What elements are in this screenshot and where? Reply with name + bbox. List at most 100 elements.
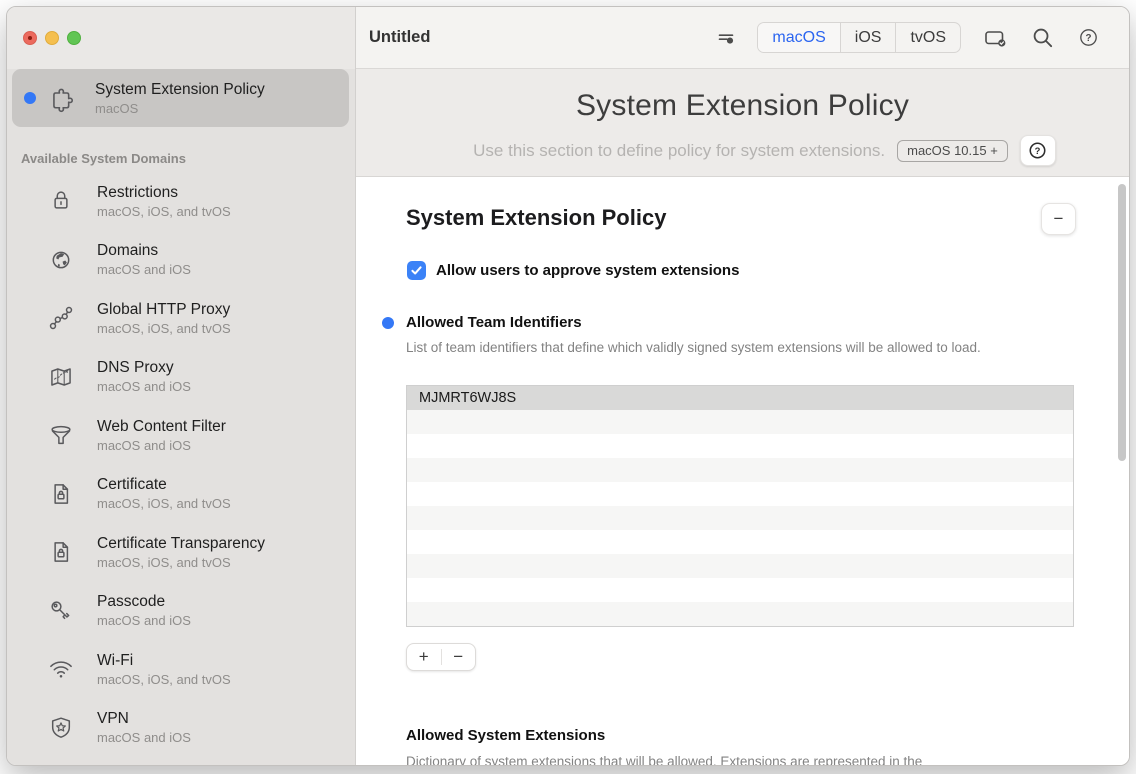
sidebar-item-wifi[interactable]: Wi-Fi macOS, iOS, and tvOS bbox=[7, 640, 355, 699]
proxy-nodes-icon bbox=[44, 301, 78, 335]
app-window: System Extension Policy macOS Available … bbox=[6, 6, 1130, 766]
table-row-empty[interactable] bbox=[407, 506, 1073, 530]
sidebar-item-global-http-proxy[interactable]: Global HTTP Proxy macOS, iOS, and tvOS bbox=[7, 289, 355, 348]
payload-title: System Extension Policy bbox=[356, 89, 1129, 123]
minus-icon: − bbox=[1054, 209, 1064, 229]
configured-indicator-dot bbox=[382, 317, 394, 329]
remove-row-button[interactable]: − bbox=[442, 644, 476, 670]
sidebar-item-subtitle: macOS, iOS, and tvOS bbox=[97, 203, 231, 220]
search-icon[interactable] bbox=[1025, 23, 1059, 53]
shield-star-icon bbox=[44, 711, 78, 745]
sidebar-item-certificate-transparency[interactable]: Certificate Transparency macOS, iOS, and… bbox=[7, 523, 355, 582]
os-version-badge: macOS 10.15 + bbox=[897, 140, 1008, 162]
table-row-empty[interactable] bbox=[407, 578, 1073, 602]
table-row-empty[interactable] bbox=[407, 530, 1073, 554]
section-heading: System Extension Policy bbox=[406, 205, 666, 231]
sidebar-item-dns-proxy[interactable]: DNS Proxy macOS and iOS bbox=[7, 348, 355, 407]
sidebar-item-subtitle: macOS and iOS bbox=[97, 261, 191, 278]
map-icon bbox=[44, 360, 78, 394]
payload-subtitle: Use this section to define policy for sy… bbox=[473, 141, 885, 161]
sidebar-item-label: Global HTTP Proxy bbox=[97, 300, 231, 320]
wifi-icon bbox=[44, 652, 78, 686]
sidebar-item-subtitle: macOS, iOS, and tvOS bbox=[97, 320, 231, 337]
sidebar-item-label: Domains bbox=[97, 241, 191, 261]
segment-tvos[interactable]: tvOS bbox=[895, 23, 960, 52]
sidebar-item-web-content-filter[interactable]: Web Content Filter macOS and iOS bbox=[7, 406, 355, 465]
sidebar-item-label: Certificate Transparency bbox=[97, 534, 265, 554]
table-row-empty[interactable] bbox=[407, 410, 1073, 434]
key-icon bbox=[44, 594, 78, 628]
sidebar-item-subtitle: macOS, iOS, and tvOS bbox=[97, 671, 231, 688]
vertical-scrollbar[interactable] bbox=[1118, 184, 1126, 461]
configured-indicator-dot bbox=[24, 92, 36, 104]
sidebar-item-domains[interactable]: Domains macOS and iOS bbox=[7, 231, 355, 290]
table-row-empty[interactable] bbox=[407, 434, 1073, 458]
remove-section-button[interactable]: − bbox=[1041, 203, 1076, 235]
payload-content: System Extension Policy − Allow users to… bbox=[356, 177, 1129, 765]
table-row-empty[interactable] bbox=[407, 554, 1073, 578]
allow-users-checkbox[interactable] bbox=[407, 261, 426, 280]
sidebar-item-label: Wi-Fi bbox=[97, 651, 231, 671]
platform-segmented-control: macOS iOS tvOS bbox=[757, 22, 961, 53]
sidebar: System Extension Policy macOS Available … bbox=[7, 7, 356, 765]
table-row-empty[interactable] bbox=[407, 458, 1073, 482]
payload-help-button[interactable]: ? bbox=[1020, 135, 1056, 166]
toolbar: Untitled macOS iOS tvOS bbox=[356, 7, 1129, 69]
table-row-empty[interactable] bbox=[407, 602, 1073, 626]
globe-icon bbox=[44, 243, 78, 277]
checkmark-icon bbox=[410, 264, 423, 277]
certificate-lock-icon bbox=[44, 535, 78, 569]
system-extensions-description: Dictionary of system extensions that wil… bbox=[406, 751, 1054, 765]
sidebar-item-label: Web Content Filter bbox=[97, 417, 226, 437]
sidebar-item-label: VPN bbox=[97, 709, 191, 729]
svg-text:?: ? bbox=[1085, 33, 1091, 44]
sidebar-item-label: DNS Proxy bbox=[97, 358, 191, 378]
certificate-lock-icon bbox=[44, 477, 78, 511]
system-extensions-heading: Allowed System Extensions bbox=[406, 727, 605, 744]
main-area: Untitled macOS iOS tvOS bbox=[356, 7, 1129, 765]
lock-icon bbox=[44, 184, 78, 218]
svg-text:?: ? bbox=[1035, 146, 1041, 157]
sidebar-item-restrictions[interactable]: Restrictions macOS, iOS, and tvOS bbox=[7, 172, 355, 231]
table-row-empty[interactable] bbox=[407, 482, 1073, 506]
sidebar-list: Restrictions macOS, iOS, and tvOS Domain… bbox=[7, 172, 355, 765]
sidebar-item-subtitle: macOS and iOS bbox=[97, 437, 226, 454]
sidebar-item-certificate[interactable]: Certificate macOS, iOS, and tvOS bbox=[7, 465, 355, 524]
sidebar-titlebar bbox=[7, 7, 355, 69]
sidebar-item-passcode[interactable]: Passcode macOS and iOS bbox=[7, 582, 355, 641]
minimize-button[interactable] bbox=[45, 31, 59, 45]
sidebar-section-header: Available System Domains bbox=[21, 151, 355, 166]
sidebar-item-label: Restrictions bbox=[97, 183, 231, 203]
funnel-icon bbox=[44, 418, 78, 452]
team-identifiers-table[interactable]: MJMRT6WJ8S bbox=[406, 385, 1074, 627]
help-icon[interactable]: ? bbox=[1071, 23, 1105, 53]
device-check-icon[interactable] bbox=[979, 23, 1013, 53]
segment-ios[interactable]: iOS bbox=[840, 23, 896, 52]
sidebar-item-label: Passcode bbox=[97, 592, 191, 612]
sidebar-item-system-extension-policy[interactable]: System Extension Policy macOS bbox=[12, 69, 349, 127]
team-identifiers-heading: Allowed Team Identifiers bbox=[406, 314, 582, 331]
add-row-button[interactable]: + bbox=[407, 644, 441, 670]
sidebar-item-subtitle: macOS and iOS bbox=[97, 378, 191, 395]
close-button[interactable] bbox=[23, 31, 37, 45]
puzzle-icon bbox=[46, 81, 80, 115]
sidebar-item-label: Certificate bbox=[97, 475, 231, 495]
zoom-button[interactable] bbox=[67, 31, 81, 45]
payload-header: System Extension Policy Use this section… bbox=[356, 69, 1129, 177]
add-remove-control: + − bbox=[406, 643, 476, 671]
sidebar-item-subtitle: macOS and iOS bbox=[97, 612, 191, 629]
team-identifiers-description: List of team identifiers that define whi… bbox=[406, 337, 1061, 359]
sidebar-item-label: System Extension Policy bbox=[95, 80, 265, 100]
filter-icon[interactable] bbox=[709, 23, 743, 53]
sidebar-item-subtitle: macOS, iOS, and tvOS bbox=[97, 495, 231, 512]
document-title: Untitled bbox=[369, 28, 430, 47]
segment-macos[interactable]: macOS bbox=[758, 23, 839, 52]
allow-users-label: Allow users to approve system extensions bbox=[436, 262, 739, 279]
sidebar-item-subtitle: macOS bbox=[95, 100, 265, 117]
sidebar-item-subtitle: macOS, iOS, and tvOS bbox=[97, 554, 265, 571]
desktop: System Extension Policy macOS Available … bbox=[0, 0, 1136, 774]
table-row[interactable]: MJMRT6WJ8S bbox=[407, 386, 1073, 410]
sidebar-item-subtitle: macOS and iOS bbox=[97, 729, 191, 746]
sidebar-item-vpn[interactable]: VPN macOS and iOS bbox=[7, 699, 355, 758]
traffic-lights bbox=[23, 31, 81, 45]
